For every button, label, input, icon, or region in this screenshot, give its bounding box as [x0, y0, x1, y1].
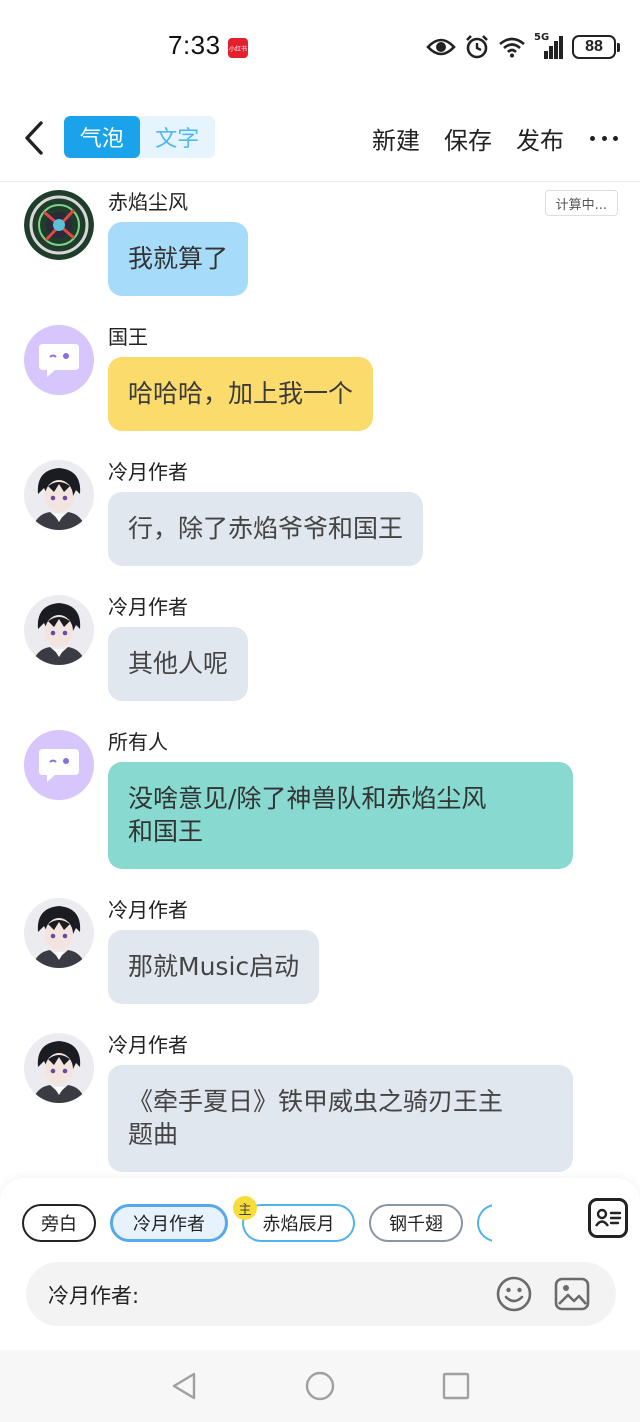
avatar[interactable] [24, 730, 94, 800]
sender-name: 冷月作者 [108, 460, 188, 484]
input-role-label: 冷月作者: [48, 1284, 140, 1308]
role-chips[interactable]: 旁白 冷月作者 赤焰辰月 钢千翅 [22, 1204, 492, 1244]
battery-icon: 88 [572, 35, 620, 59]
role-chip[interactable]: 赤焰辰月 [242, 1204, 355, 1242]
chat-list[interactable]: 计算中... 赤焰尘风 我就算了 国王 哈哈哈，加上我一个 冷月作者 行，除了赤… [0, 182, 640, 1178]
main-role-badge: 主 [233, 1196, 257, 1220]
sender-name: 冷月作者 [108, 898, 188, 922]
nav-home-button[interactable] [304, 1370, 336, 1402]
nav-home-icon [305, 1371, 335, 1401]
nav-back-icon [172, 1372, 196, 1400]
status-time: 7:33 [168, 30, 221, 60]
message-text-line: 《牵手夏日》铁甲威虫之骑刃王主 [128, 1087, 504, 1116]
role-chip-selected[interactable]: 冷月作者 [110, 1204, 228, 1242]
back-button[interactable] [16, 118, 52, 158]
sender-name: 赤焰尘风 [108, 190, 188, 214]
more-icon [590, 135, 595, 141]
message-bubble[interactable]: 哈哈哈，加上我一个 [108, 357, 374, 431]
role-chip[interactable] [477, 1204, 492, 1242]
composer-panel: 旁白 冷月作者 赤焰辰月 钢千翅 冷月作者: [0, 1178, 640, 1350]
tab-text[interactable]: 文字 [140, 116, 216, 158]
message-bubble[interactable]: 行，除了赤焰爷爷和国王 [108, 492, 424, 566]
role-chip-narration[interactable]: 旁白 [22, 1204, 96, 1242]
sender-name: 冷月作者 [108, 595, 188, 619]
publish-button[interactable]: 发布 [516, 121, 564, 156]
sender-name: 所有人 [108, 730, 168, 754]
eye-icon [426, 38, 456, 56]
header: 气泡 文字 新建 保存 发布 [0, 96, 640, 182]
sender-name: 冷月作者 [108, 1033, 188, 1057]
app-notification-icon: 小红书 [228, 38, 248, 58]
alarm-icon [466, 35, 488, 59]
message-text-line: 没啥意见/除了神兽队和赤焰尘风 [128, 784, 487, 813]
status-bar: 7:33 小红书 5G 88 [0, 0, 640, 96]
message-input[interactable]: 冷月作者: [26, 1262, 616, 1326]
avatar[interactable] [24, 460, 94, 530]
more-button[interactable] [590, 118, 618, 158]
message-bubble[interactable]: 《牵手夏日》铁甲威虫之骑刃王主 题曲 [108, 1065, 573, 1172]
roster-icon [595, 1208, 622, 1227]
save-button[interactable]: 保存 [444, 121, 492, 156]
mode-toggle: 气泡 文字 [64, 116, 215, 158]
role-list-button[interactable] [588, 1198, 628, 1238]
message-bubble[interactable]: 没啥意见/除了神兽队和赤焰尘风 和国王 [108, 762, 573, 869]
sender-name: 国王 [108, 325, 148, 349]
tab-bubble[interactable]: 气泡 [64, 116, 140, 158]
nav-recent-button[interactable] [440, 1370, 472, 1402]
avatar[interactable] [24, 898, 94, 968]
message-text-line: 题曲 [128, 1120, 179, 1149]
nav-recent-icon [442, 1372, 470, 1400]
status-icons: 5G 88 [426, 33, 620, 60]
battery-level: 88 [572, 35, 616, 59]
image-button[interactable] [554, 1276, 590, 1312]
image-icon [554, 1277, 590, 1311]
wifi-icon [499, 37, 525, 58]
message-bubble[interactable]: 我就算了 [108, 222, 249, 296]
emoji-icon [496, 1276, 532, 1312]
message-text-line: 和国王 [128, 817, 204, 846]
role-chip[interactable]: 钢千翅 [369, 1204, 463, 1242]
nav-back-button[interactable] [168, 1370, 200, 1402]
avatar[interactable] [24, 190, 94, 260]
emoji-button[interactable] [496, 1276, 532, 1312]
status-badge: 计算中... [544, 190, 618, 216]
avatar[interactable] [24, 325, 94, 395]
message-bubble[interactable]: 那就Music启动 [108, 930, 320, 1004]
header-actions: 新建 保存 发布 [348, 118, 618, 158]
back-arrow-icon [25, 121, 43, 155]
system-nav-bar [0, 1350, 640, 1422]
avatar[interactable] [24, 595, 94, 665]
avatar[interactable] [24, 1033, 94, 1103]
message-bubble[interactable]: 其他人呢 [108, 627, 249, 701]
signal-icon: 5G [534, 33, 564, 59]
new-button[interactable]: 新建 [372, 121, 420, 156]
